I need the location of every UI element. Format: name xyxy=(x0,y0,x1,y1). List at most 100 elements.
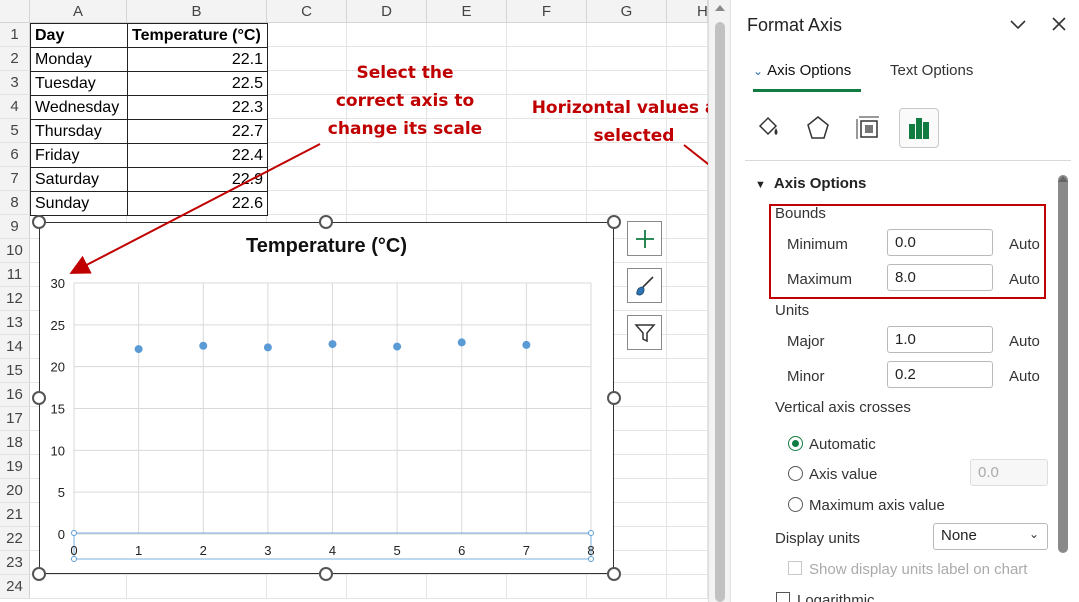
show-units-checkbox[interactable] xyxy=(788,561,802,575)
chevron-down-icon[interactable] xyxy=(1008,14,1028,39)
column-header-a[interactable]: A xyxy=(30,0,127,23)
chart-elements-button[interactable] xyxy=(627,221,662,256)
radio-automatic[interactable] xyxy=(788,436,803,451)
grid-cell[interactable] xyxy=(347,575,427,599)
table-header-cell[interactable]: Temperature (°C) xyxy=(127,23,268,48)
close-icon[interactable] xyxy=(1049,14,1069,39)
row-header-6[interactable]: 6 xyxy=(0,143,30,167)
row-header-2[interactable]: 2 xyxy=(0,47,30,71)
sheet-vertical-scrollbar[interactable] xyxy=(708,0,730,602)
table-header-cell[interactable]: Day xyxy=(30,23,128,48)
column-header-f[interactable]: F xyxy=(507,0,587,23)
grid-cell[interactable] xyxy=(427,143,507,167)
data-point[interactable] xyxy=(522,341,530,349)
major-auto-label[interactable]: Auto xyxy=(1009,333,1040,350)
tab-axis-options[interactable]: ⌄Axis Options xyxy=(753,62,851,79)
radio-axis-value[interactable] xyxy=(788,466,803,481)
logarithmic-label[interactable]: Logarithmic xyxy=(797,592,875,602)
grid-cell[interactable] xyxy=(667,335,708,359)
grid-cell[interactable] xyxy=(507,191,587,215)
grid-cell[interactable] xyxy=(347,191,427,215)
grid-cell[interactable] xyxy=(267,143,347,167)
grid-cell[interactable] xyxy=(667,551,708,575)
row-header-17[interactable]: 17 xyxy=(0,407,30,431)
resize-handle-left[interactable] xyxy=(32,391,46,405)
table-cell[interactable]: 22.7 xyxy=(127,119,268,144)
data-point[interactable] xyxy=(329,340,337,348)
grid-cell[interactable] xyxy=(667,479,708,503)
column-header-g[interactable]: G xyxy=(587,0,667,23)
row-header-10[interactable]: 10 xyxy=(0,239,30,263)
grid-cell[interactable] xyxy=(347,167,427,191)
grid-cell[interactable] xyxy=(427,23,507,47)
chart-area[interactable]: Temperature (°C) 302520151050012345678 xyxy=(39,222,614,574)
grid-cell[interactable] xyxy=(587,23,667,47)
grid-cell[interactable] xyxy=(267,23,347,47)
row-header-1[interactable]: 1 xyxy=(0,23,30,47)
row-header-15[interactable]: 15 xyxy=(0,359,30,383)
grid-cell[interactable] xyxy=(587,575,667,599)
resize-handle-top-right[interactable] xyxy=(607,215,621,229)
grid-cell[interactable] xyxy=(667,191,708,215)
minimum-field[interactable] xyxy=(887,229,993,256)
grid-cell[interactable] xyxy=(587,71,667,95)
resize-handle-bottom-left[interactable] xyxy=(32,567,46,581)
grid-cell[interactable] xyxy=(667,407,708,431)
grid-cell[interactable] xyxy=(667,239,708,263)
effects-icon[interactable] xyxy=(798,108,838,148)
grid-cell[interactable] xyxy=(427,191,507,215)
size-properties-icon[interactable] xyxy=(848,108,888,148)
table-cell[interactable]: Friday xyxy=(30,143,128,168)
table-cell[interactable]: 22.6 xyxy=(127,191,268,216)
resize-handle-top[interactable] xyxy=(319,215,333,229)
grid-cell[interactable] xyxy=(427,167,507,191)
tab-text-options[interactable]: Text Options xyxy=(890,62,973,79)
table-cell[interactable]: Monday xyxy=(30,47,128,72)
minor-auto-label[interactable]: Auto xyxy=(1009,368,1040,385)
table-cell[interactable]: Saturday xyxy=(30,167,128,192)
chart-styles-button[interactable] xyxy=(627,268,662,303)
resize-handle-right[interactable] xyxy=(607,391,621,405)
axis-value-field[interactable] xyxy=(970,459,1048,486)
logarithmic-checkbox[interactable] xyxy=(776,592,790,602)
row-header-7[interactable]: 7 xyxy=(0,167,30,191)
table-cell[interactable]: Tuesday xyxy=(30,71,128,96)
grid-cell[interactable] xyxy=(427,575,507,599)
row-header-21[interactable]: 21 xyxy=(0,503,30,527)
grid-cell[interactable] xyxy=(267,575,347,599)
grid-cell[interactable] xyxy=(267,167,347,191)
grid-cell[interactable] xyxy=(667,455,708,479)
data-point[interactable] xyxy=(135,345,143,353)
table-cell[interactable]: 22.9 xyxy=(127,167,268,192)
minor-field[interactable] xyxy=(887,361,993,388)
minimum-auto-label[interactable]: Auto xyxy=(1009,236,1040,253)
grid-cell[interactable] xyxy=(667,287,708,311)
table-cell[interactable]: Sunday xyxy=(30,191,128,216)
row-header-22[interactable]: 22 xyxy=(0,527,30,551)
row-header-14[interactable]: 14 xyxy=(0,335,30,359)
axis-options-icon[interactable] xyxy=(899,108,939,148)
row-header-8[interactable]: 8 xyxy=(0,191,30,215)
grid-cell[interactable] xyxy=(667,383,708,407)
pane-scrollbar-thumb[interactable] xyxy=(1058,175,1068,553)
major-field[interactable] xyxy=(887,326,993,353)
grid-cell[interactable] xyxy=(507,23,587,47)
resize-handle-top-left[interactable] xyxy=(32,215,46,229)
grid-cell[interactable] xyxy=(347,23,427,47)
grid-cell[interactable] xyxy=(667,71,708,95)
grid-cell[interactable] xyxy=(587,167,667,191)
column-header-d[interactable]: D xyxy=(347,0,427,23)
fill-line-icon[interactable] xyxy=(748,108,788,148)
data-point[interactable] xyxy=(393,343,401,351)
grid-cell[interactable] xyxy=(507,47,587,71)
grid-cell[interactable] xyxy=(127,575,267,599)
resize-handle-bottom[interactable] xyxy=(319,567,333,581)
table-cell[interactable]: 22.5 xyxy=(127,71,268,96)
column-header-h[interactable]: H xyxy=(667,0,708,23)
row-header-5[interactable]: 5 xyxy=(0,119,30,143)
row-header-16[interactable]: 16 xyxy=(0,383,30,407)
table-cell[interactable]: 22.4 xyxy=(127,143,268,168)
section-axis-options[interactable]: ▼Axis Options xyxy=(755,175,866,192)
row-header-9[interactable]: 9 xyxy=(0,215,30,239)
table-cell[interactable]: 22.3 xyxy=(127,95,268,120)
